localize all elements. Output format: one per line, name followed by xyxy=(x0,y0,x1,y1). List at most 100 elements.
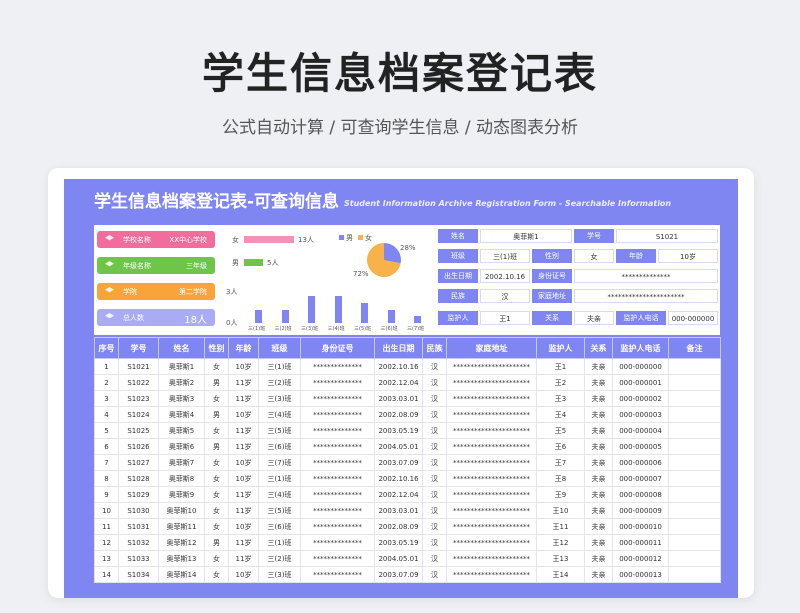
table-cell: 女 xyxy=(204,454,229,471)
table-cell: 夫亲 xyxy=(584,406,613,423)
table-cell: 6 xyxy=(94,438,119,455)
column-header[interactable]: 学号 xyxy=(118,337,159,359)
hero-title: 学生信息档案登记表 xyxy=(201,49,598,98)
table-row[interactable]: 11 S1031 奥菲斯11 女 10岁 三(6)班 ************** 2002.… xyxy=(94,518,721,535)
table-cell: ********************** xyxy=(446,422,537,439)
gender-bar xyxy=(244,236,294,243)
column-header[interactable]: 监护人电话 xyxy=(612,337,669,359)
table-cell: ************** xyxy=(300,390,375,407)
table-cell: S1027 xyxy=(118,454,159,471)
relation-label: 关系 xyxy=(532,311,572,325)
summary-label: 年级名称 xyxy=(123,262,151,270)
table-cell xyxy=(668,518,721,535)
table-cell: 奥菲斯8 xyxy=(158,470,205,487)
table-row[interactable]: 6 S1026 奥菲斯6 男 11岁 三(6)班 ************** 2004.05… xyxy=(94,438,721,455)
table-cell: ********************** xyxy=(446,390,537,407)
table-cell: 10岁 xyxy=(228,406,259,423)
table-cell: 2002.12.04 xyxy=(374,374,423,391)
table-cell: 12 xyxy=(94,534,119,551)
birth-label: 出生日期 xyxy=(438,269,478,283)
name-value[interactable]: 奥菲斯1 xyxy=(480,229,572,243)
table-cell: 000-000007 xyxy=(612,470,669,487)
table-cell: 2003.05.19 xyxy=(374,422,423,439)
table-cell: 2004.05.01 xyxy=(374,550,423,567)
table-cell: 000-000012 xyxy=(612,550,669,567)
table-cell: 汉 xyxy=(422,422,447,439)
table-cell: 王11 xyxy=(536,518,585,535)
table-cell: 三(6)班 xyxy=(258,518,301,535)
table-cell: 夫亲 xyxy=(584,374,613,391)
table-cell xyxy=(668,550,721,567)
table-cell: ************** xyxy=(300,550,375,567)
column-header[interactable]: 出生日期 xyxy=(374,337,423,359)
dashboard-panel: 学校名称 XX中心学校 年级名称 三年级 学院 第二学院 总人数 18人 女 1… xyxy=(94,225,720,335)
class-chart-ytop: 3人 xyxy=(226,288,238,296)
table-cell: 女 xyxy=(204,518,229,535)
table-cell xyxy=(668,374,721,391)
column-header[interactable]: 监护人 xyxy=(536,337,585,359)
column-header[interactable]: 性别 xyxy=(204,337,229,359)
column-header[interactable]: 姓名 xyxy=(158,337,205,359)
column-header[interactable]: 班级 xyxy=(258,337,301,359)
table-cell: 奥菲斯14 xyxy=(158,566,205,583)
table-cell: 王12 xyxy=(536,534,585,551)
table-row[interactable]: 5 S1025 奥菲斯5 女 11岁 三(5)班 ************** 2003.05… xyxy=(94,422,721,439)
table-cell: 汉 xyxy=(422,534,447,551)
table-row[interactable]: 1 S1021 奥菲斯1 女 10岁 三(1)班 ************** 2002.10… xyxy=(94,358,721,375)
table-cell: 三(5)班 xyxy=(258,502,301,519)
table-cell: 000-000004 xyxy=(612,422,669,439)
column-header[interactable]: 关系 xyxy=(584,337,613,359)
table-cell: 2002.10.16 xyxy=(374,358,423,375)
table-cell: 2004.05.01 xyxy=(374,438,423,455)
table-cell: 王13 xyxy=(536,550,585,567)
gender-pie xyxy=(367,243,401,277)
class-label: 班级 xyxy=(438,249,478,263)
layers-icon xyxy=(105,313,114,319)
table-row[interactable]: 13 S1033 奥菲斯13 女 11岁 三(2)班 ************** 2004.… xyxy=(94,550,721,567)
table-row[interactable]: 3 S1023 奥菲斯3 女 11岁 三(3)班 ************** 2003.03… xyxy=(94,390,721,407)
table-cell: 夫亲 xyxy=(584,518,613,535)
table-cell: 奥菲斯12 xyxy=(158,534,205,551)
summary-school: 学校名称 XX中心学校 xyxy=(97,231,215,248)
table-cell: ************** xyxy=(300,454,375,471)
table-cell: 奥菲斯2 xyxy=(158,374,205,391)
table-cell: 夫亲 xyxy=(584,534,613,551)
table-row[interactable]: 12 S1032 奥菲斯12 男 11岁 三(1)班 ************** 2003.… xyxy=(94,534,721,551)
table-cell: 三(2)班 xyxy=(258,374,301,391)
table-cell: 男 xyxy=(204,374,229,391)
column-header[interactable]: 民族 xyxy=(422,337,447,359)
student-id-input[interactable]: S1021 xyxy=(616,229,718,243)
summary-value: 三年级 xyxy=(186,262,207,270)
preview-card: 学生信息档案登记表-可查询信息 Student Information Arch… xyxy=(48,168,754,598)
class-bar xyxy=(281,310,289,323)
table-cell: ************** xyxy=(300,470,375,487)
table-cell: ********************** xyxy=(446,454,537,471)
table-row[interactable]: 9 S1029 奥菲斯9 女 11岁 三(4)班 ************** 2002.12… xyxy=(94,486,721,503)
table-cell: 三(5)班 xyxy=(258,422,301,439)
table-row[interactable]: 10 S1030 奥菲斯10 女 11岁 三(5)班 ************** 2003.… xyxy=(94,502,721,519)
layers-icon xyxy=(105,287,114,293)
table-cell: 三(7)班 xyxy=(258,454,301,471)
table-cell: 14 xyxy=(94,566,119,583)
table-row[interactable]: 2 S1022 奥菲斯2 男 11岁 三(2)班 ************** 2002.12… xyxy=(94,374,721,391)
column-header[interactable]: 身份证号 xyxy=(300,337,375,359)
class-bar-label: 三(3)班 xyxy=(301,326,319,332)
column-header[interactable]: 序号 xyxy=(94,337,119,359)
table-cell: ************** xyxy=(300,358,375,375)
column-header[interactable]: 家庭地址 xyxy=(446,337,537,359)
guardian-label: 监护人 xyxy=(438,311,478,325)
table-cell: S1033 xyxy=(118,550,159,567)
table-row[interactable]: 8 S1028 奥菲斯8 女 10岁 三(1)班 ************** 2002.10… xyxy=(94,470,721,487)
table-row[interactable]: 14 S1034 奥菲斯14 女 10岁 三(3)班 ************** 2003.… xyxy=(94,566,721,583)
table-cell: 王5 xyxy=(536,422,585,439)
table-cell: 1 xyxy=(94,358,119,375)
table-cell: 2002.10.16 xyxy=(374,470,423,487)
column-header[interactable]: 备注 xyxy=(668,337,721,359)
table-row[interactable]: 7 S1027 奥菲斯7 女 10岁 三(7)班 ************** 2003.07… xyxy=(94,454,721,471)
table-cell: 11岁 xyxy=(228,502,259,519)
table-row[interactable]: 4 S1024 奥菲斯4 男 10岁 三(4)班 ************** 2002.08… xyxy=(94,406,721,423)
phone-value: 000-000000 xyxy=(668,311,718,325)
table-cell: 奥菲斯3 xyxy=(158,390,205,407)
table-cell: 9 xyxy=(94,486,119,503)
column-header[interactable]: 年龄 xyxy=(228,337,259,359)
